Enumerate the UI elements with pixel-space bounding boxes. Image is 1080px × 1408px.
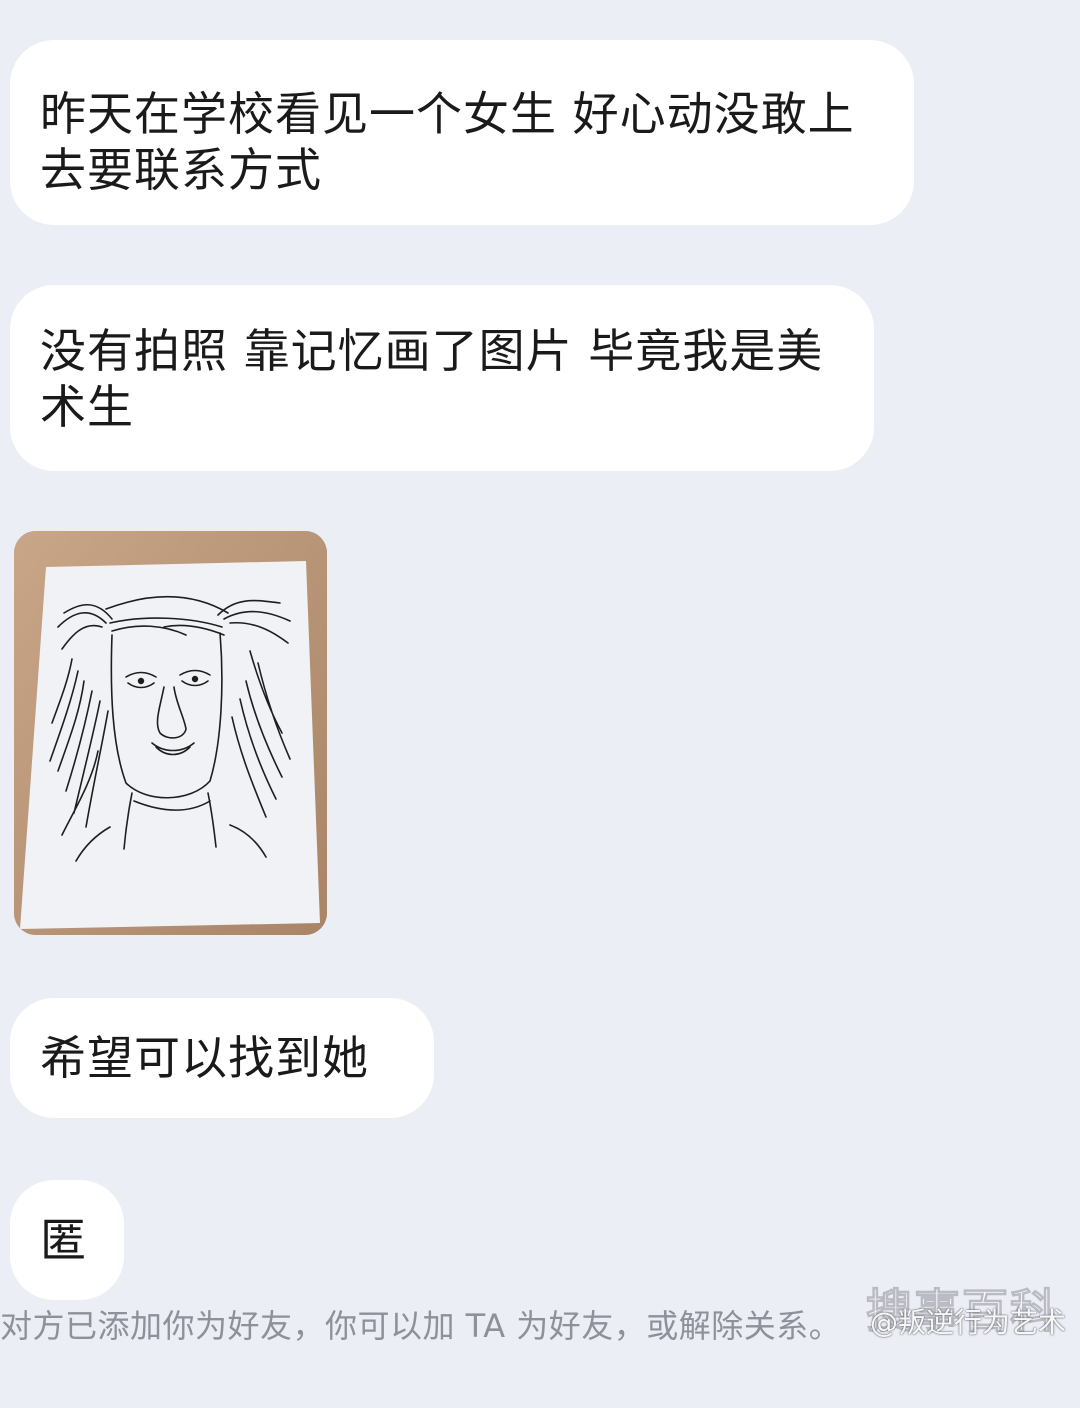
message-text: 昨天在学校看见一个女生 好心动没敢上去要联系方式 <box>40 87 855 197</box>
sketch-portrait-icon <box>14 531 327 935</box>
message-text: 没有拍照 靠记忆画了图片 毕竟我是美术生 <box>40 324 824 434</box>
message-text: 匿 <box>40 1213 87 1267</box>
message-bubble[interactable]: 匿 <box>10 1180 124 1300</box>
message-bubble[interactable]: 希望可以找到她 <box>10 998 434 1118</box>
message-bubble[interactable]: 没有拍照 靠记忆画了图片 毕竟我是美术生 <box>10 285 874 471</box>
watermark-credit: @叛逆行为艺术 <box>869 1306 1066 1339</box>
message-text: 希望可以找到她 <box>40 1031 369 1085</box>
image-message[interactable] <box>14 531 327 935</box>
message-bubble[interactable]: 昨天在学校看见一个女生 好心动没敢上去要联系方式 <box>10 40 914 225</box>
